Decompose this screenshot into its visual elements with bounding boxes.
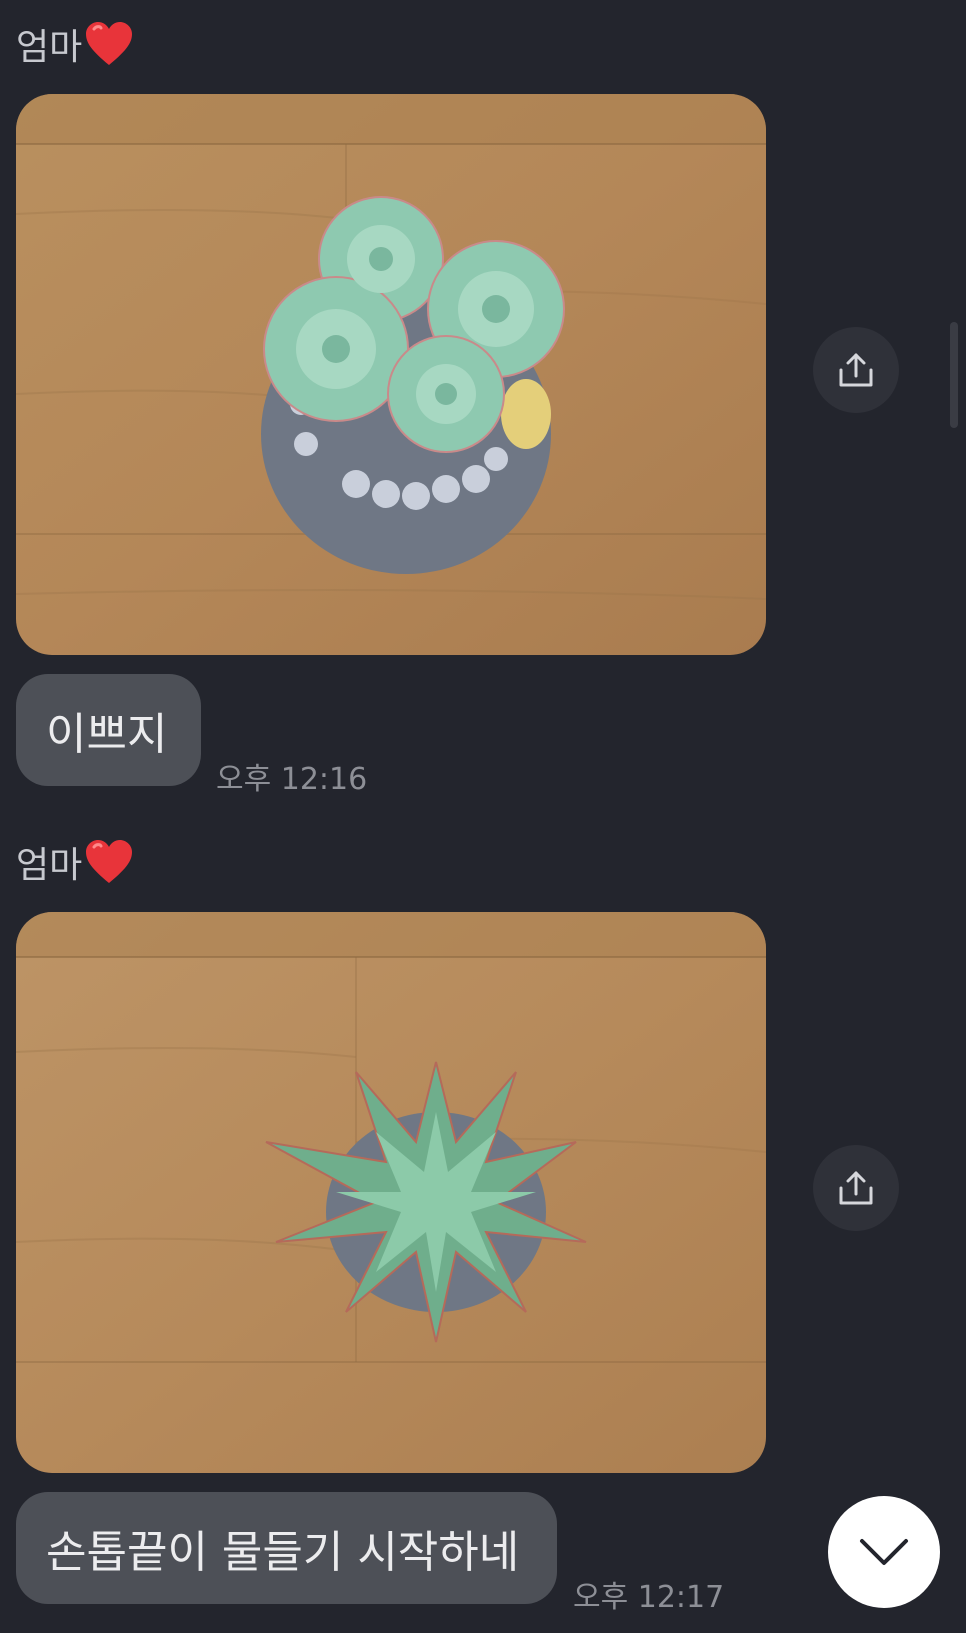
chat-screen: 엄마 이쁘지 오후 12:16 엄마 손톱끝이 물들기 시작하네 오후 12:1… xyxy=(0,0,966,1633)
heart-icon xyxy=(86,22,133,65)
message-time: 오후 12:16 xyxy=(216,762,368,797)
share-icon xyxy=(839,1171,873,1205)
share-button[interactable] xyxy=(813,327,899,413)
photo-message[interactable] xyxy=(16,912,766,1473)
message-bubble[interactable]: 손톱끝이 물들기 시작하네 xyxy=(16,1492,557,1604)
share-icon xyxy=(839,353,873,387)
scrollbar[interactable] xyxy=(950,322,958,428)
sender-label: 엄마 xyxy=(16,27,83,68)
sender-name: 엄마 xyxy=(16,18,134,70)
message-time: 오후 12:17 xyxy=(573,1580,725,1615)
message-bubble[interactable]: 이쁘지 xyxy=(16,674,201,786)
heart-icon xyxy=(86,840,133,883)
message-text: 이쁘지 xyxy=(46,709,168,760)
chevron-down-icon xyxy=(860,1539,908,1565)
sender-label: 엄마 xyxy=(16,845,83,886)
photo-message[interactable] xyxy=(16,94,766,655)
share-button[interactable] xyxy=(813,1145,899,1231)
message-text: 손톱끝이 물들기 시작하네 xyxy=(46,1527,520,1578)
succulent-photo-1 xyxy=(16,94,766,655)
scroll-to-bottom-button[interactable] xyxy=(828,1496,940,1608)
sender-name: 엄마 xyxy=(16,836,134,888)
succulent-photo-2 xyxy=(16,912,766,1473)
